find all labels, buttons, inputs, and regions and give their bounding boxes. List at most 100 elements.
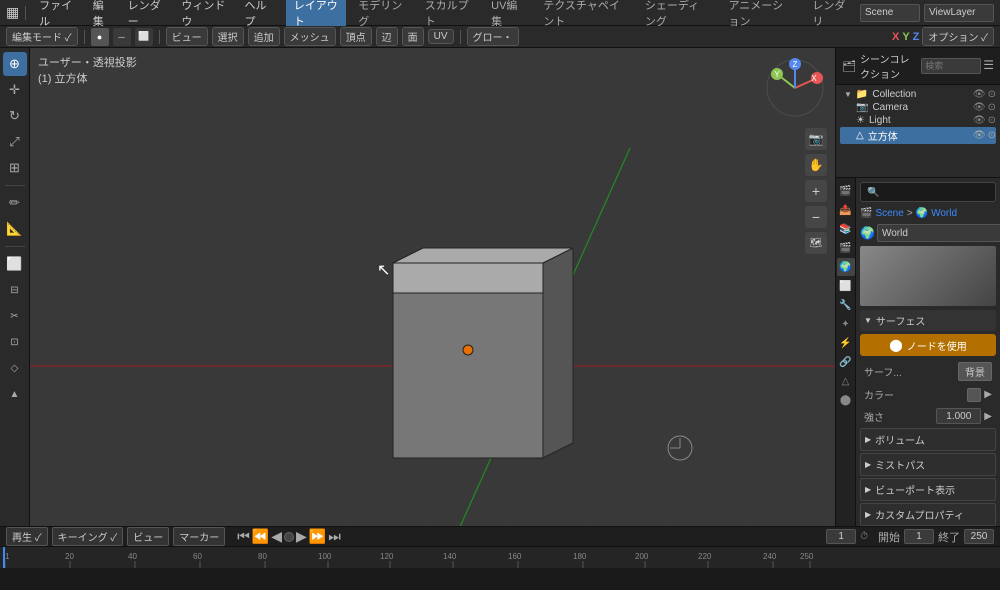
color-swatch[interactable]: [967, 388, 981, 402]
jump-start-btn[interactable]: ⏮: [237, 528, 250, 545]
object-props-icon[interactable]: ⬜: [837, 277, 855, 295]
scale-tool[interactable]: ⤢: [3, 130, 27, 154]
particles-props-icon[interactable]: ✦: [837, 315, 855, 333]
vertex-mode-btn[interactable]: ●: [91, 28, 109, 46]
outliner-filter-btn[interactable]: ☰: [983, 58, 994, 74]
render-props-icon[interactable]: 🎬: [837, 182, 855, 200]
editor-type-icon[interactable]: ▦: [6, 4, 19, 21]
zoom-in-btn[interactable]: +: [805, 180, 827, 202]
annotate-tool[interactable]: ✏: [3, 191, 27, 215]
light-vis-icon[interactable]: 👁: [973, 115, 986, 126]
current-frame-input[interactable]: [826, 529, 856, 544]
face-menu[interactable]: 面: [402, 27, 424, 46]
play-forward-btn[interactable]: ▶: [296, 528, 307, 545]
step-back-btn[interactable]: ⏪: [252, 528, 269, 545]
camera-vis-icon[interactable]: 👁: [973, 102, 986, 113]
rotate-tool[interactable]: ↻: [3, 104, 27, 128]
output-props-icon[interactable]: 📤: [837, 201, 855, 219]
x-axis-btn[interactable]: X: [892, 31, 899, 43]
viewport-nav: 📷 ✋ + − 🗺: [805, 128, 827, 254]
timeline-ruler[interactable]: 1 20 40 60 80 100 120 140 160: [0, 547, 1000, 568]
breadcrumb-world[interactable]: World: [931, 208, 957, 219]
extrude-tool[interactable]: ▲: [3, 382, 27, 406]
vertex-menu[interactable]: 頂点: [340, 27, 372, 46]
step-forward-btn[interactable]: ⏩: [309, 528, 326, 545]
select-menu[interactable]: 選択: [212, 27, 244, 46]
jump-end-btn[interactable]: ⏭: [328, 528, 341, 545]
data-props-icon[interactable]: △: [837, 372, 855, 390]
edge-mode-btn[interactable]: ─: [113, 28, 131, 46]
marker-dropdown[interactable]: マーカー: [173, 527, 225, 546]
strength-input[interactable]: [936, 408, 981, 424]
cube-item[interactable]: △ 立方体 👁 ⊙: [840, 127, 996, 144]
add-cube-tool[interactable]: ⬜: [3, 252, 27, 276]
3d-viewport[interactable]: ユーザー・透視投影 (1) 立方体 X Y: [30, 48, 835, 526]
measure-tool[interactable]: 📐: [3, 217, 27, 241]
pan-view-btn[interactable]: ✋: [805, 154, 827, 176]
material-props-icon[interactable]: ⬤: [837, 391, 855, 409]
view-menu[interactable]: ビュー: [166, 27, 208, 46]
mist-section-header[interactable]: ▶ ミストパス: [860, 453, 996, 476]
breadcrumb-scene-icon: 🎬: [860, 208, 872, 219]
cube-select-icon[interactable]: ⊙: [988, 130, 996, 141]
light-select-icon[interactable]: ⊙: [988, 115, 996, 126]
viewlayer-input[interactable]: [924, 4, 994, 22]
edge-menu[interactable]: 辺: [376, 27, 398, 46]
world-breadcrumb: 🎬 Scene > 🌍 World: [860, 206, 996, 221]
collection-select-icon[interactable]: ⊙: [988, 89, 996, 100]
camera-item[interactable]: 📷 Camera 👁 ⊙: [840, 101, 996, 114]
collection-vis-icon[interactable]: 👁: [973, 89, 986, 100]
mesh-menu[interactable]: メッシュ: [284, 27, 336, 46]
use-nodes-btn[interactable]: ⬤ ノードを使用: [860, 334, 996, 356]
y-axis-btn[interactable]: Y: [902, 31, 909, 43]
color-expand-btn[interactable]: ▶: [984, 389, 992, 400]
z-axis-btn[interactable]: Z: [913, 31, 920, 43]
view-dropdown[interactable]: ビュー: [127, 527, 169, 546]
viewport-gizmo[interactable]: X Y Z: [765, 58, 825, 118]
outliner-icon: 🗂: [842, 60, 856, 73]
glow-btn[interactable]: グロー・: [467, 27, 519, 46]
move-tool[interactable]: ✛: [3, 78, 27, 102]
constraints-props-icon[interactable]: 🔗: [837, 353, 855, 371]
scene-input[interactable]: [860, 4, 920, 22]
transform-tool[interactable]: ⊞: [3, 156, 27, 180]
face-mode-btn[interactable]: ⬜: [135, 28, 153, 46]
world-name-input[interactable]: [877, 224, 1000, 242]
physics-props-icon[interactable]: ⚡: [837, 334, 855, 352]
surf-value: 背景: [958, 362, 992, 381]
volume-section-header[interactable]: ▶ ボリューム: [860, 428, 996, 451]
add-menu[interactable]: 追加: [248, 27, 280, 46]
end-frame-input[interactable]: [964, 529, 994, 544]
surface-section-header[interactable]: ▼ サーフェス: [860, 310, 996, 331]
world-props-icon[interactable]: 🌍: [837, 258, 855, 276]
custom-props-header[interactable]: ▶ カスタムプロパティ: [860, 503, 996, 526]
mode-dropdown[interactable]: 編集モード ✓: [6, 27, 78, 46]
light-item[interactable]: ☀ Light 👁 ⊙: [840, 114, 996, 127]
keying-dropdown[interactable]: キーイング ✓: [52, 527, 124, 546]
camera-select-icon[interactable]: ⊙: [988, 102, 996, 113]
breadcrumb-scene[interactable]: Scene: [875, 208, 903, 219]
zoom-out-btn[interactable]: −: [805, 206, 827, 228]
modifier-props-icon[interactable]: 🔧: [837, 296, 855, 314]
props-search-input[interactable]: [860, 182, 996, 202]
uv-menu[interactable]: UV: [428, 29, 454, 44]
start-frame-input[interactable]: [904, 529, 934, 544]
scene-props-icon[interactable]: 🎬: [837, 239, 855, 257]
options-btn[interactable]: オプション ✓: [922, 27, 994, 46]
collection-item[interactable]: ▼ 📁 Collection 👁 ⊙: [840, 88, 996, 101]
cursor-tool[interactable]: ⊕: [3, 52, 27, 76]
viewport-display-header[interactable]: ▶ ビューポート表示: [860, 478, 996, 501]
fly-mode-btn[interactable]: 🗺: [805, 232, 827, 254]
inset-tool[interactable]: ⊡: [3, 330, 27, 354]
background-btn[interactable]: 背景: [958, 362, 992, 381]
play-back-btn[interactable]: ◀: [271, 528, 282, 545]
playback-dropdown[interactable]: 再生 ✓: [6, 527, 48, 546]
knife-tool[interactable]: ✂: [3, 304, 27, 328]
cube-vis-icon[interactable]: 👁: [973, 130, 986, 141]
strength-expand-btn[interactable]: ▶: [984, 411, 992, 422]
zoom-camera-btn[interactable]: 📷: [805, 128, 827, 150]
view-layer-props-icon[interactable]: 📚: [837, 220, 855, 238]
outliner-search[interactable]: [921, 58, 981, 74]
loop-cut-tool[interactable]: ⊟: [3, 278, 27, 302]
bevel-tool[interactable]: ◇: [3, 356, 27, 380]
